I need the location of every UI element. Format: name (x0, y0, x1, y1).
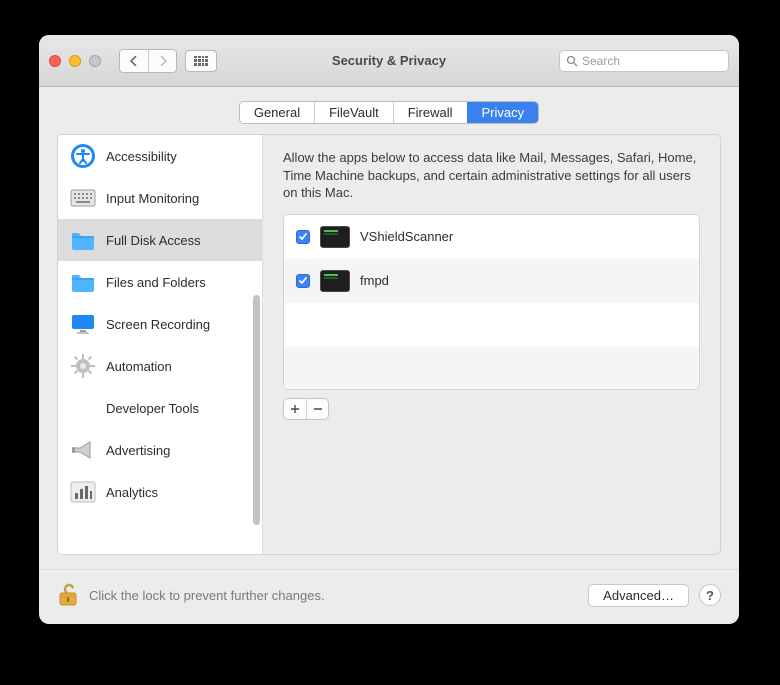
folder-icon (70, 269, 96, 295)
sidebar-item-label: Developer Tools (106, 401, 199, 416)
sidebar-item-label: Files and Folders (106, 275, 206, 290)
lock-hint-text: Click the lock to prevent further change… (89, 588, 325, 603)
sidebar-item-screen-recording[interactable]: Screen Recording (58, 303, 262, 345)
app-row[interactable]: VShieldScanner (284, 215, 699, 259)
plus-icon (290, 404, 300, 414)
terminal-icon (320, 226, 350, 248)
app-row-empty (284, 347, 699, 390)
tab-general[interactable]: General (240, 102, 314, 123)
scrollbar-thumb[interactable] (253, 295, 260, 525)
grid-icon (194, 56, 208, 66)
sidebar-item-label: Full Disk Access (106, 233, 201, 248)
chevron-left-icon (130, 56, 138, 66)
sidebar-item-label: Accessibility (106, 149, 177, 164)
description-text: Allow the apps below to access data like… (283, 149, 700, 202)
tab-privacy[interactable]: Privacy (467, 102, 539, 123)
sidebar-scrollbar[interactable] (253, 139, 260, 550)
megaphone-icon (70, 437, 96, 463)
sidebar-item-files-and-folders[interactable]: Files and Folders (58, 261, 262, 303)
app-name: VShieldScanner (360, 229, 453, 244)
accessibility-icon (70, 143, 96, 169)
checkmark-icon (298, 232, 308, 242)
checkbox[interactable] (296, 230, 310, 244)
app-row[interactable]: fmpd (284, 259, 699, 303)
app-list: VShieldScanner fmpd (283, 214, 700, 390)
checkmark-icon (298, 276, 308, 286)
forward-button[interactable] (148, 50, 176, 72)
footer: Click the lock to prevent further change… (39, 569, 739, 624)
display-icon (70, 311, 96, 337)
sidebar-item-label: Screen Recording (106, 317, 210, 332)
privacy-panel: Accessibility Input Monitoring Full Disk… (57, 134, 721, 555)
sidebar-item-accessibility[interactable]: Accessibility (58, 135, 262, 177)
gear-icon (70, 353, 96, 379)
minus-icon (313, 404, 323, 414)
privacy-sidebar: Accessibility Input Monitoring Full Disk… (58, 135, 263, 554)
sidebar-item-label: Input Monitoring (106, 191, 199, 206)
zoom-button[interactable] (89, 55, 101, 67)
back-button[interactable] (120, 50, 148, 72)
tab-filevault[interactable]: FileVault (314, 102, 393, 123)
sidebar-item-input-monitoring[interactable]: Input Monitoring (58, 177, 262, 219)
terminal-icon (320, 270, 350, 292)
nav-segmented (119, 49, 177, 73)
titlebar: Security & Privacy (39, 35, 739, 87)
sidebar-item-developer-tools[interactable]: Developer Tools (58, 387, 262, 429)
tabs: General FileVault Firewall Privacy (239, 101, 539, 124)
folder-icon (70, 227, 96, 253)
add-button[interactable] (284, 399, 306, 419)
search-icon (566, 55, 578, 67)
tabs-container: General FileVault Firewall Privacy (39, 87, 739, 134)
app-name: fmpd (360, 273, 389, 288)
sidebar-item-label: Automation (106, 359, 172, 374)
show-all-button[interactable] (185, 50, 217, 72)
chevron-right-icon (159, 56, 167, 66)
barchart-icon (70, 479, 96, 505)
help-button[interactable]: ? (699, 584, 721, 606)
sidebar-item-advertising[interactable]: Advertising (58, 429, 262, 471)
app-row-empty (284, 303, 699, 347)
sidebar-scroll: Accessibility Input Monitoring Full Disk… (58, 135, 262, 554)
search-input[interactable] (582, 54, 722, 68)
sidebar-item-label: Advertising (106, 443, 170, 458)
search-field[interactable] (559, 50, 729, 72)
lock-icon[interactable] (57, 582, 79, 608)
window-controls (49, 55, 101, 67)
checkbox[interactable] (296, 274, 310, 288)
sidebar-item-label: Analytics (106, 485, 158, 500)
tab-firewall[interactable]: Firewall (393, 102, 467, 123)
sidebar-item-full-disk-access[interactable]: Full Disk Access (58, 219, 262, 261)
advanced-button[interactable]: Advanced… (588, 584, 689, 607)
window-body: General FileVault Firewall Privacy Acces… (39, 87, 739, 624)
sidebar-item-automation[interactable]: Automation (58, 345, 262, 387)
add-remove-control (283, 398, 329, 420)
remove-button[interactable] (306, 399, 328, 419)
sidebar-item-analytics[interactable]: Analytics (58, 471, 262, 513)
close-button[interactable] (49, 55, 61, 67)
privacy-content: Allow the apps below to access data like… (263, 135, 720, 554)
preferences-window: Security & Privacy General FileVault Fir… (39, 35, 739, 624)
minimize-button[interactable] (69, 55, 81, 67)
keyboard-icon (70, 185, 96, 211)
